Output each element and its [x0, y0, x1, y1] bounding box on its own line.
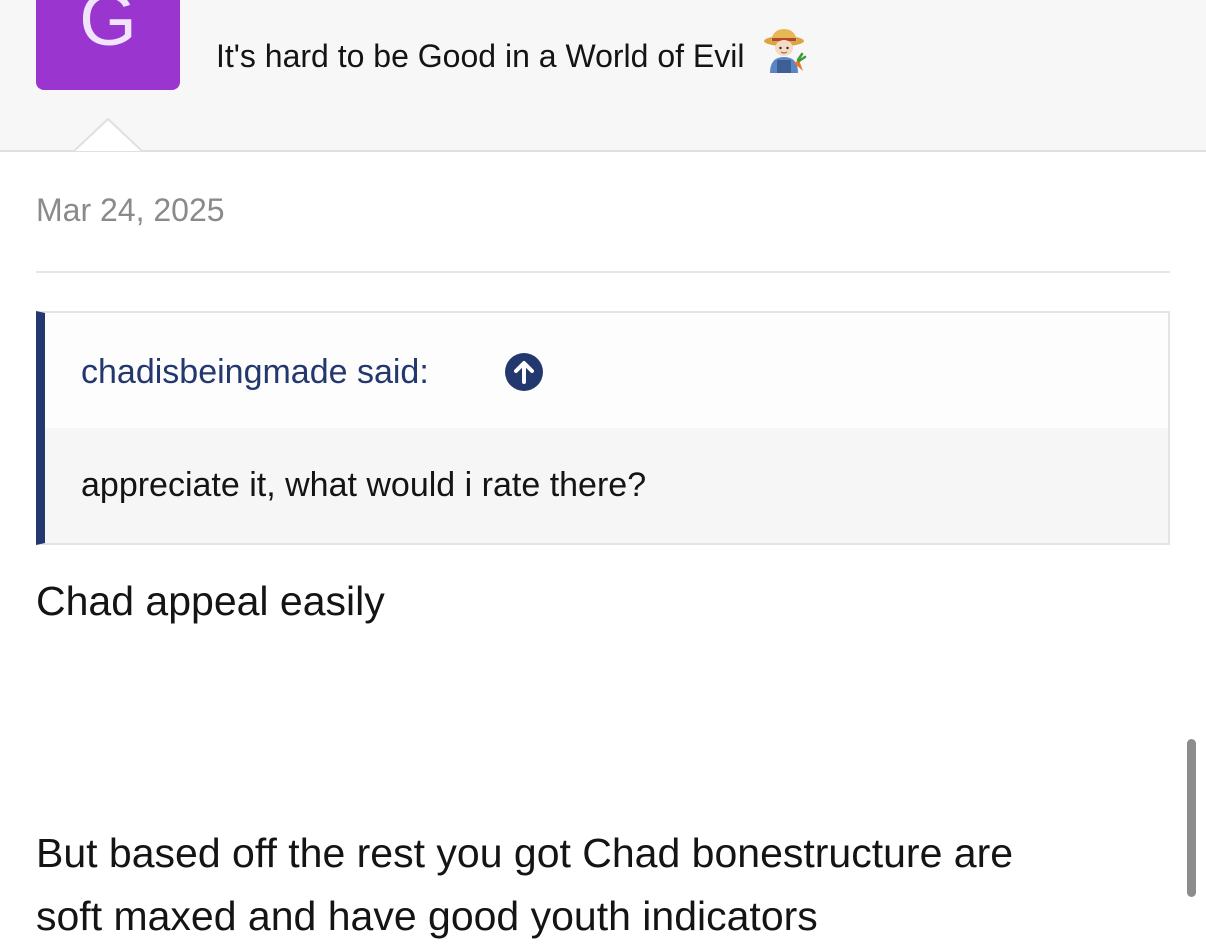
reply-line: soft maxed and have good youth indicator…	[36, 893, 818, 939]
reply-line: Chad appeal easily	[36, 578, 385, 624]
post-meta-divider	[36, 271, 1170, 273]
forum-post-page: G It's hard to be Good in a World of Evi…	[0, 0, 1206, 945]
user-avatar[interactable]: G	[36, 0, 180, 90]
post-date[interactable]: Mar 24, 2025	[36, 192, 225, 229]
reply-line: But based off the rest you got Chad bone…	[36, 830, 1014, 876]
quote-block: chadisbeingmade said: appreciate it, wha…	[36, 311, 1170, 545]
avatar-letter: G	[79, 0, 137, 61]
user-title: It's hard to be Good in a World of Evil	[216, 27, 807, 81]
quote-header: chadisbeingmade said:	[45, 313, 1168, 428]
farmer-emoji-icon	[761, 27, 807, 81]
scrollbar-thumb[interactable]	[1187, 739, 1196, 897]
post-user-header: G It's hard to be Good in a World of Evi…	[0, 0, 1206, 152]
arrow-up-circle-icon[interactable]	[505, 353, 543, 391]
quote-body: appreciate it, what would i rate there?	[45, 428, 1168, 543]
quote-author-link[interactable]: chadisbeingmade said:	[81, 353, 429, 392]
user-title-text: It's hard to be Good in a World of Evil	[216, 38, 745, 74]
quote-text: appreciate it, what would i rate there?	[81, 466, 647, 504]
